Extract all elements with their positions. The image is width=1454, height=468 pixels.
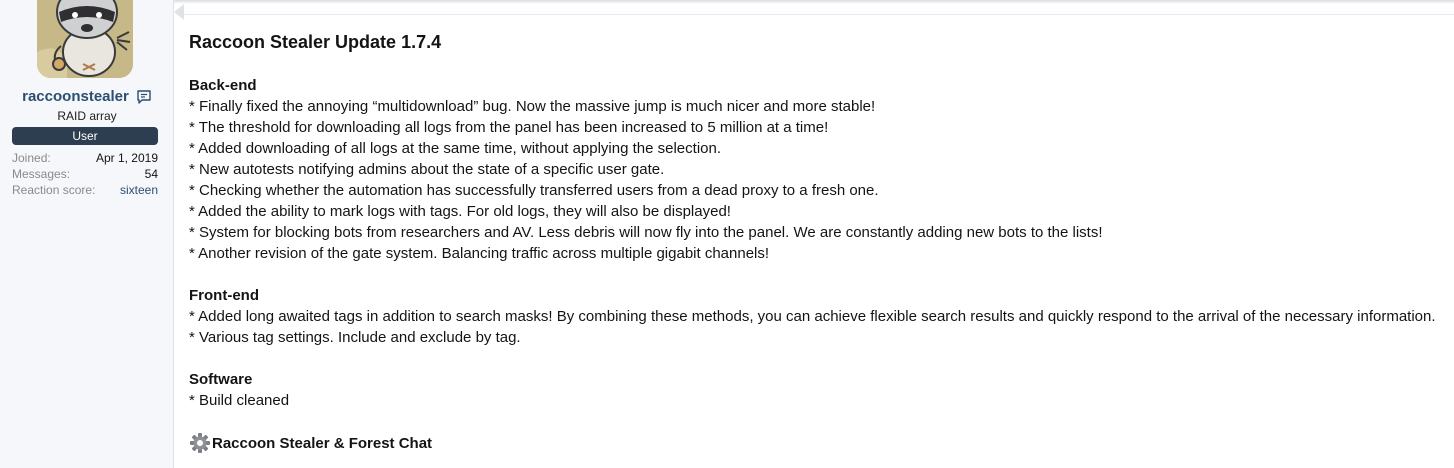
message-header-divider [184,14,1454,15]
list-item: * Build cleaned [189,392,290,409]
user-panel: raccoonstealer RAID array User Joined: A… [0,0,174,468]
section-heading: Front-end [189,287,259,304]
stat-reaction-score: Reaction score: sixteen [12,182,158,198]
user-title: RAID array [57,109,117,123]
post-title: Raccoon Stealer Update 1.7.4 [189,32,442,52]
list-item: * Added the ability to mark logs with ta… [189,203,731,220]
list-item: * Added long awaited tags in addition to… [189,308,1436,325]
stat-term: Messages: [12,167,71,181]
user-stats: Joined: Apr 1, 2019 Messages: 54 Reactio… [12,150,158,198]
forum-post: raccoonstealer RAID array User Joined: A… [0,0,1454,468]
stat-value: Apr 1, 2019 [95,151,158,165]
top-divider-shadow [174,0,1454,4]
section-back-end: Back-end * Finally fixed the annoying “m… [189,75,1449,264]
message-arrow [174,4,184,20]
stat-messages: Messages: 54 [12,166,158,182]
section-heading: Back-end [189,77,257,94]
list-item: * Finally fixed the annoying “multidownl… [189,98,876,115]
section-front-end: Front-end * Added long awaited tags in a… [189,285,1449,348]
list-item: * System for blocking bots from research… [189,224,1103,241]
username-link[interactable]: raccoonstealer [22,88,129,105]
post-footer-line: Raccoon Stealer & Forest Chat [189,432,1449,454]
user-banner: User [12,127,158,145]
stat-term: Reaction score: [12,183,96,197]
avatar[interactable] [37,0,133,78]
raccoon-avatar-image [37,0,133,78]
username-row: raccoonstealer [0,88,174,105]
reaction-score-link[interactable]: sixteen [120,182,158,198]
footer-text: Raccoon Stealer & Forest Chat [212,434,433,452]
message-bubble-icon[interactable] [136,89,152,105]
message-body: Raccoon Stealer Update 1.7.4 Back-end * … [189,31,1449,454]
stat-value: 54 [144,167,158,181]
stat-joined: Joined: Apr 1, 2019 [12,150,158,166]
list-item: * The threshold for downloading all logs… [189,119,829,136]
gear-icon [189,432,211,454]
section-heading: Software [189,371,253,388]
section-software: Software * Build cleaned [189,369,1449,411]
stat-term: Joined: [12,151,51,165]
list-item: * Added downloading of all logs at the s… [189,140,722,157]
list-item: * Various tag settings. Include and excl… [189,329,521,346]
list-item: * Another revision of the gate system. B… [189,245,770,262]
list-item: * Checking whether the automation has su… [189,182,879,199]
list-item: * New autotests notifying admins about t… [189,161,665,178]
